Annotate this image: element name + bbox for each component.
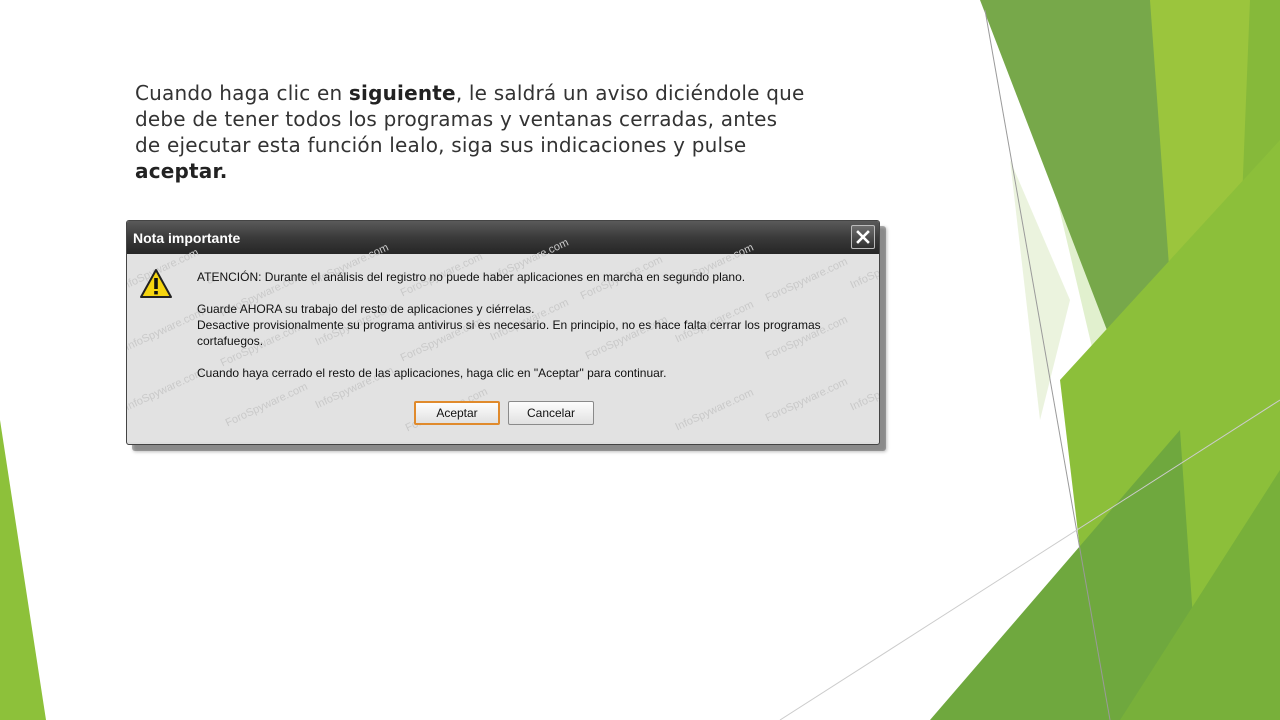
important-note-dialog: Nota importante InfoSpyware.com & ForoSp…	[126, 220, 880, 445]
continue-message: Cuando haya cerrado el resto de las apli…	[197, 366, 667, 380]
antivirus-message: Desactive provisionalmente su programa a…	[197, 318, 821, 332]
dialog-titlebar[interactable]: Nota importante	[127, 221, 879, 254]
intro-text-1: Cuando haga clic en	[135, 81, 349, 105]
close-button[interactable]	[851, 225, 875, 249]
watermark: InfoSpyware.com	[126, 306, 206, 354]
watermark: ForoSpyware.com	[763, 375, 850, 425]
intro-bold-aceptar: aceptar.	[135, 159, 228, 183]
instruction-text: Cuando haga clic en siguiente, le saldrá…	[135, 80, 805, 184]
dialog-body: InfoSpyware.com & ForoSpyware.com InfoSp…	[126, 237, 880, 442]
firewall-message: cortafuegos.	[197, 334, 264, 348]
save-work-message: Guarde AHORA su trabajo del resto de apl…	[197, 302, 535, 316]
accept-button[interactable]: Aceptar	[414, 401, 500, 425]
attention-message: ATENCIÓN: Durante el análisis del regist…	[197, 270, 746, 284]
intro-bold-siguiente: siguiente	[348, 81, 456, 105]
warning-icon	[140, 269, 172, 298]
watermark: ForoSpyware.com	[223, 380, 310, 430]
watermark: InfoSpyware.com	[673, 386, 756, 434]
watermark: ForoSpyware.com	[763, 255, 850, 305]
dialog-title: Nota importante	[133, 230, 241, 246]
cancel-button[interactable]: Cancelar	[508, 401, 594, 425]
watermark: InfoSpyware.com	[126, 366, 206, 414]
close-icon	[856, 230, 870, 244]
watermark: InfoSpyware.com	[848, 366, 880, 414]
